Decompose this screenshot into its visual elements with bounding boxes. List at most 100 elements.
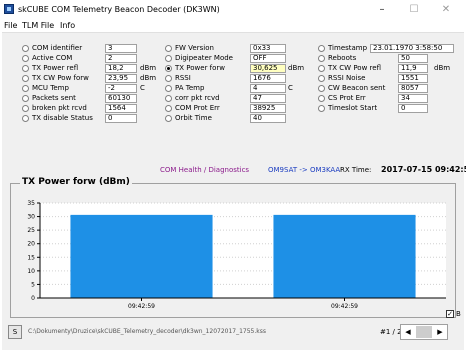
telemetry-row[interactable]: MCU Temp -2 C — [22, 84, 172, 93]
radio-button[interactable] — [318, 85, 325, 92]
field-label: TX Power refl — [32, 64, 79, 72]
menu-tlm-file[interactable]: TLM File — [22, 21, 54, 30]
field-value: 11,9 — [398, 64, 428, 73]
radio-button[interactable] — [165, 95, 172, 102]
field-label: broken pkt rcvd — [32, 104, 87, 112]
radio-button[interactable] — [318, 105, 325, 112]
radio-button[interactable] — [22, 45, 29, 52]
radio-button[interactable] — [165, 75, 172, 82]
radio-button[interactable] — [318, 45, 325, 52]
field-value: 34 — [398, 94, 428, 103]
field-value: 23.01.1970 3:58:50 — [370, 44, 454, 53]
field-label: FW Version — [175, 44, 214, 52]
field-label: corr pkt rcvd — [175, 94, 220, 102]
telemetry-row[interactable]: Timeslot Start 0 — [318, 104, 466, 113]
radio-button[interactable] — [22, 55, 29, 62]
field-label: MCU Temp — [32, 84, 69, 92]
field-unit: dBm — [140, 64, 157, 72]
radio-button[interactable] — [22, 105, 29, 112]
b-checkbox[interactable]: ✓ — [446, 310, 454, 318]
section-label: COM Health / Diagnostics — [160, 166, 250, 174]
scroll-right-icon[interactable]: ▶ — [434, 326, 446, 338]
radio-button[interactable] — [22, 95, 29, 102]
field-value: 50 — [398, 54, 428, 63]
bottom-bar: S C:\Dokumenty\Druzice\skCUBE_Telemetry_… — [0, 320, 462, 348]
telemetry-row[interactable]: Reboots 50 — [318, 54, 466, 63]
field-value: 30,625 — [250, 64, 286, 73]
field-label: Reboots — [328, 54, 357, 62]
telemetry-row[interactable]: Packets sent 60130 — [22, 94, 172, 103]
rx-time-value: 2017-07-15 09:42:59 — [381, 165, 466, 174]
field-value: 0x33 — [250, 44, 286, 53]
menu-info[interactable]: Info — [60, 21, 75, 30]
telemetry-row[interactable]: broken pkt rcvd 1564 — [22, 104, 172, 113]
telemetry-row[interactable]: TX disable Status 0 — [22, 114, 172, 123]
radio-button[interactable] — [22, 75, 29, 82]
field-label: Digipeater Mode — [175, 54, 233, 62]
field-label: TX CW Pow forw — [32, 74, 89, 82]
telemetry-row[interactable]: Active COM 2 — [22, 54, 172, 63]
scroll-thumb[interactable] — [416, 326, 432, 338]
page-scrollbar[interactable]: ◀ ▶ — [400, 324, 448, 340]
radio-button[interactable] — [22, 115, 29, 122]
field-value: OFF — [250, 54, 286, 63]
radio-button[interactable] — [318, 65, 325, 72]
field-value: 1564 — [105, 104, 137, 113]
field-value: 38925 — [250, 104, 286, 113]
save-button[interactable]: S — [8, 325, 22, 339]
radio-button[interactable] — [165, 65, 172, 72]
telemetry-row[interactable]: CW Beacon sent 8057 — [318, 84, 466, 93]
telemetry-row[interactable]: RSSI 1676 — [165, 74, 315, 83]
field-label: Active COM — [32, 54, 73, 62]
menu-file[interactable]: File — [4, 21, 17, 30]
radio-button[interactable] — [318, 55, 325, 62]
title-bar: skCUBE COM Telemetry Beacon Decoder (DK3… — [0, 0, 466, 20]
radio-button[interactable] — [165, 105, 172, 112]
field-label: COM Prot Err — [175, 104, 220, 112]
telemetry-row[interactable]: TX Power forw 30,625 dBm — [165, 64, 315, 73]
telemetry-row[interactable]: TX Power refl 18,2 dBm — [22, 64, 172, 73]
radio-button[interactable] — [22, 65, 29, 72]
field-unit: C — [140, 84, 145, 92]
scroll-left-icon[interactable]: ◀ — [402, 326, 414, 338]
field-label: TX CW Pow refl — [328, 64, 381, 72]
radio-button[interactable] — [318, 75, 325, 82]
radio-button[interactable] — [165, 55, 172, 62]
telemetry-row[interactable]: CS Prot Err 34 — [318, 94, 466, 103]
field-unit: C — [288, 84, 293, 92]
radio-button[interactable] — [165, 115, 172, 122]
telemetry-row[interactable]: FW Version 0x33 — [165, 44, 315, 53]
route-label: OM9SAT -> OM3KAA — [268, 166, 341, 174]
field-value: 60130 — [105, 94, 137, 103]
field-value: 2 — [105, 54, 137, 63]
close-button[interactable]: ✕ — [432, 2, 460, 18]
field-value: 23,95 — [105, 74, 137, 83]
maximize-button[interactable]: ☐ — [400, 2, 428, 18]
page-indicator: #1 / 2 — [380, 328, 402, 336]
radio-button[interactable] — [165, 85, 172, 92]
field-value: 8057 — [398, 84, 428, 93]
minimize-button[interactable]: – — [368, 2, 396, 18]
field-value: 47 — [250, 94, 286, 103]
field-label: Orbit Time — [175, 114, 212, 122]
telemetry-row[interactable]: TX CW Pow forw 23,95 dBm — [22, 74, 172, 83]
telemetry-row[interactable]: COM identifier 3 — [22, 44, 172, 53]
field-unit: dBm — [288, 64, 305, 72]
telemetry-row[interactable]: Orbit Time 40 — [165, 114, 315, 123]
telemetry-row[interactable]: corr pkt rcvd 47 — [165, 94, 315, 103]
field-label: TX Power forw — [175, 64, 226, 72]
telemetry-row[interactable]: PA Temp 4 C — [165, 84, 315, 93]
telemetry-row[interactable]: TX CW Pow refl 11,9 dBm — [318, 64, 466, 73]
radio-button[interactable] — [318, 95, 325, 102]
telemetry-row[interactable]: Digipeater Mode OFF — [165, 54, 315, 63]
radio-button[interactable] — [22, 85, 29, 92]
field-label: CS Prot Err — [328, 94, 366, 102]
radio-button[interactable] — [165, 45, 172, 52]
field-label: Timeslot Start — [328, 104, 378, 112]
telemetry-row[interactable]: COM Prot Err 38925 — [165, 104, 315, 113]
field-label: RSSI Noise — [328, 74, 366, 82]
field-label: COM identifier — [32, 44, 83, 52]
telemetry-row[interactable]: Timestamp 23.01.1970 3:58:50 — [318, 44, 466, 53]
telemetry-row[interactable]: RSSI Noise 1551 — [318, 74, 466, 83]
field-value: -2 — [105, 84, 137, 93]
